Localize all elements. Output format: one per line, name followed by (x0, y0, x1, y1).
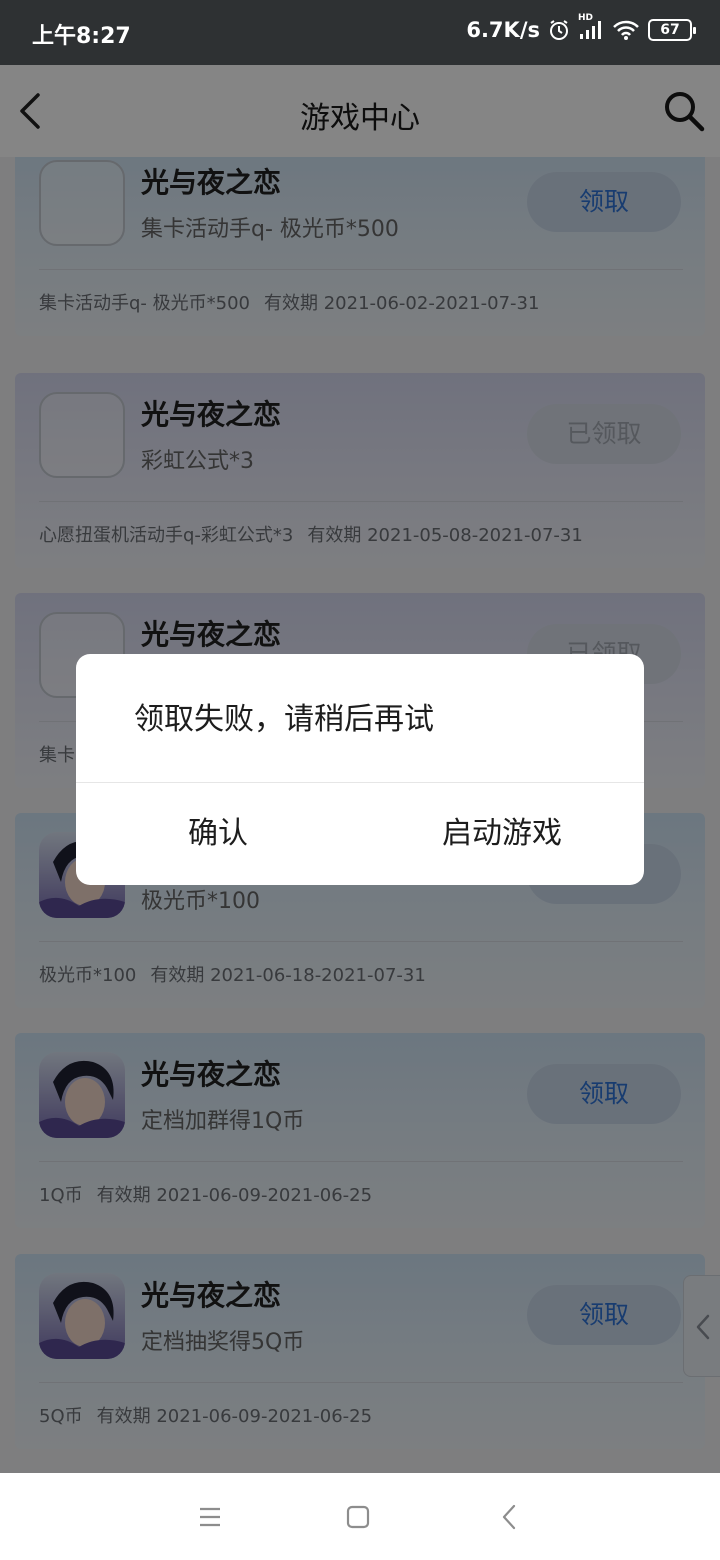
network-badge: HD (578, 13, 594, 23)
back-icon[interactable] (490, 1501, 530, 1533)
battery-icon: 67 (648, 19, 696, 41)
menu-icon[interactable] (190, 1501, 230, 1533)
confirm-button[interactable]: 确认 (76, 783, 360, 885)
error-dialog: 领取失败，请稍后再试 确认 启动游戏 (76, 654, 644, 885)
net-speed: 6.7K/s (466, 18, 540, 42)
signal-icon: HD (578, 13, 604, 41)
status-bar: 上午8:27 6.7K/s HD 67 (0, 0, 720, 65)
status-icons: 6.7K/s HD 67 (466, 13, 696, 42)
home-icon[interactable] (338, 1501, 378, 1533)
launch-game-button[interactable]: 启动游戏 (360, 783, 644, 885)
status-time: 上午8:27 (32, 24, 131, 49)
alarm-icon (548, 19, 570, 41)
system-nav-bar (0, 1473, 720, 1560)
dialog-message: 领取失败，请稍后再试 (134, 702, 434, 737)
wifi-icon (612, 19, 640, 41)
